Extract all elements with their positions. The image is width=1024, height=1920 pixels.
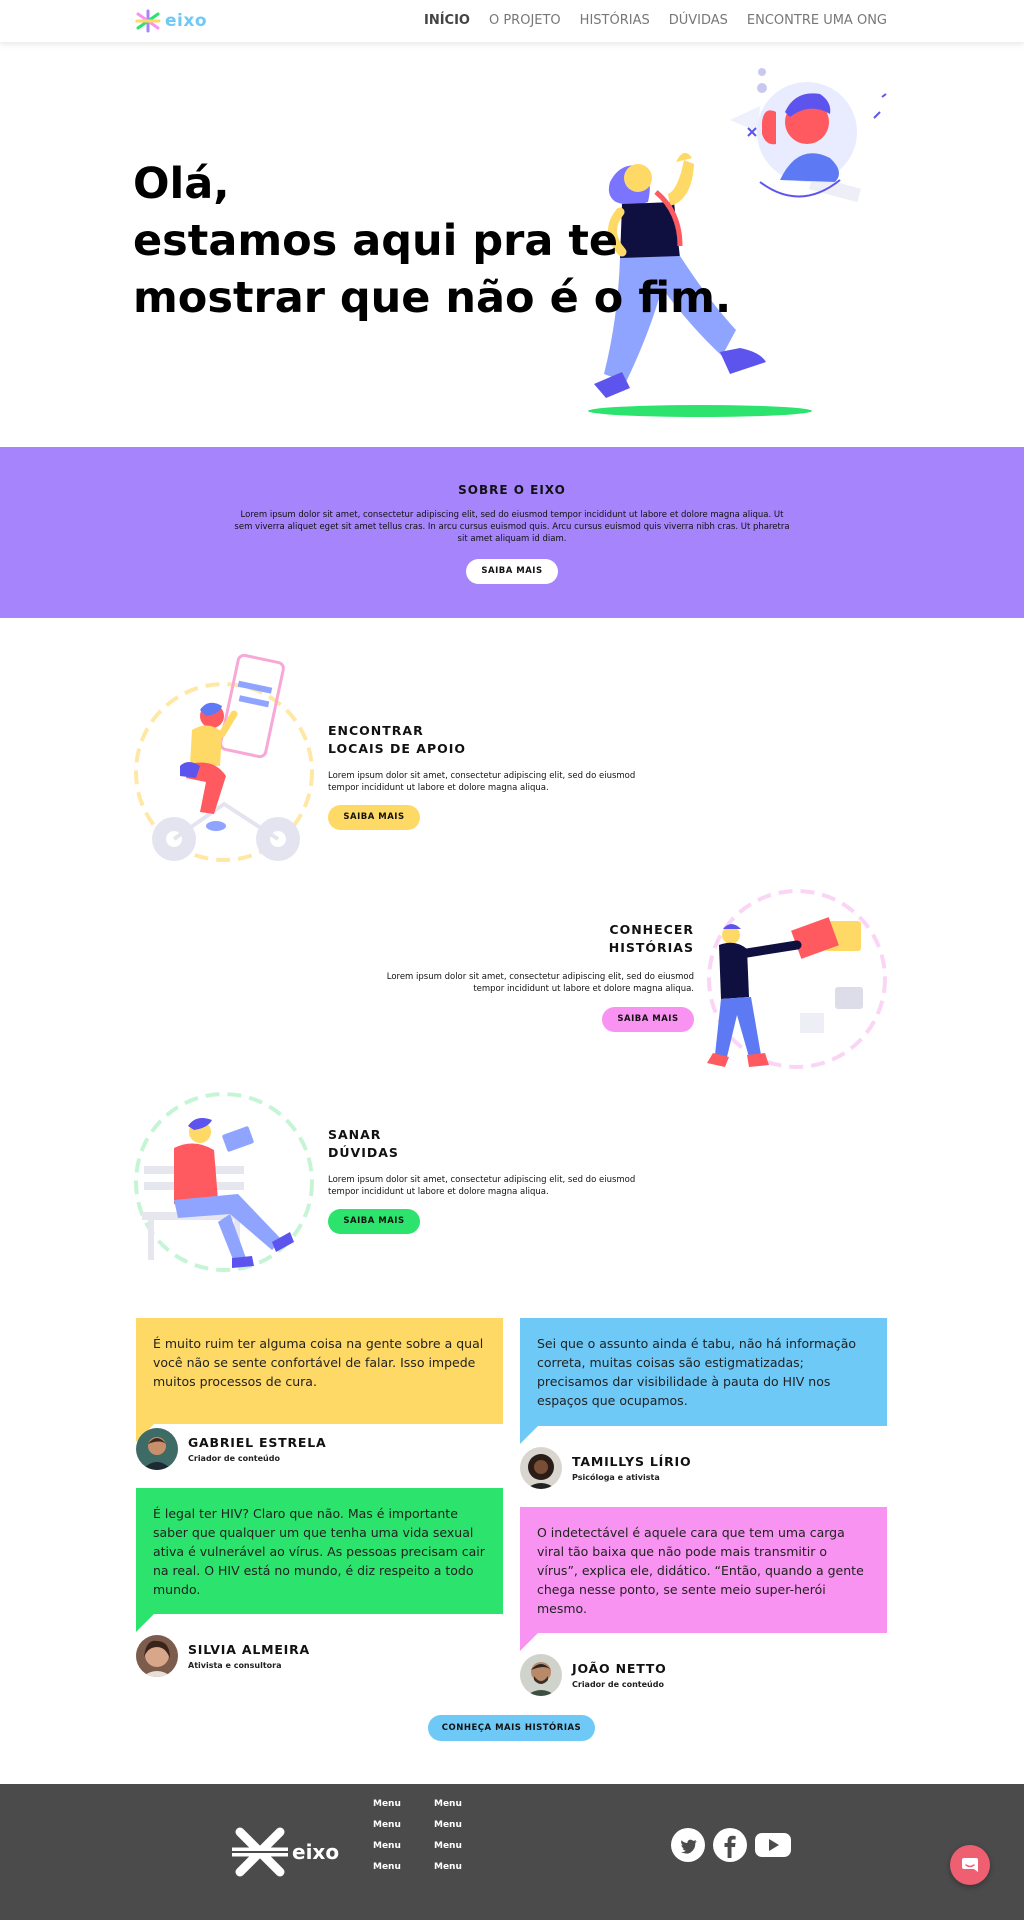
footer-menu-link[interactable]: Menu (373, 1857, 401, 1878)
footer-brand-name: eixo (292, 1840, 340, 1864)
about-section: SOBRE O EIXO Lorem ipsum dolor sit amet,… (0, 447, 1024, 618)
testimonial-1-text: É muito ruim ter alguma coisa na gente s… (153, 1336, 484, 1389)
brand-name: eixo (165, 11, 208, 31)
testimonial-4-author: JOÃO NETTO Criador de conteúdo (520, 1654, 667, 1696)
nav-item-encontre-uma-ong[interactable]: ENCONTRE UMA ONG (747, 13, 887, 28)
avatar (520, 1447, 562, 1489)
testimonial-2-name: TAMILLYS LÍRIO (572, 1454, 692, 1469)
nav-menu: INÍCIO O PROJETO HISTÓRIAS DÚVIDAS ENCON… (424, 13, 887, 28)
hero-line-3: mostrar que não é o fim. (133, 273, 732, 323)
feature-3-title: SANAR DÚVIDAS (328, 1126, 399, 1162)
feature-2-saiba-mais-button[interactable]: SAIBA MAIS (602, 1007, 694, 1032)
testimonial-3-role: Ativista e consultora (188, 1661, 282, 1670)
feature-sanar-duvidas: SANAR DÚVIDAS Lorem ipsum dolor sit amet… (0, 1088, 1024, 1278)
bike-illustration (134, 653, 319, 862)
avatar (520, 1654, 562, 1696)
hero-heading: Olá, estamos aqui pra te mostrar que não… (133, 156, 733, 327)
chat-launcher-button[interactable] (950, 1845, 990, 1885)
hero-line-2: estamos aqui pra te (133, 216, 619, 266)
feature-3-title-line-1: SANAR (328, 1127, 382, 1142)
footer-menu-link[interactable]: Menu (434, 1815, 462, 1836)
feature-conhecer-historias: CONHECER HISTÓRIAS Lorem ipsum dolor sit… (0, 885, 1024, 1075)
testimonial-1-name: GABRIEL ESTRELA (188, 1435, 327, 1450)
testimonial-4-role: Criador de conteúdo (572, 1680, 664, 1689)
testimonial-2-text: Sei que o assunto ainda é tabu, não há i… (537, 1336, 857, 1408)
feature-encontrar-locais: ENCONTRAR LOCAIS DE APOIO Lorem ipsum do… (0, 652, 1024, 862)
about-text: Lorem ipsum dolor sit amet, consectetur … (234, 510, 790, 544)
avatar (136, 1635, 178, 1677)
top-navbar: eixo INÍCIO O PROJETO HISTÓRIAS DÚVIDAS … (0, 0, 1024, 42)
footer-menu-link[interactable]: Menu (434, 1857, 462, 1878)
nav-item-duvidas[interactable]: DÚVIDAS (669, 13, 728, 28)
footer-menu-link[interactable]: Menu (373, 1836, 401, 1857)
footer-logo[interactable]: eixo (230, 1826, 339, 1878)
chat-icon (962, 1858, 978, 1872)
hero-line-1: Olá, (133, 159, 230, 209)
testimonial-4-name: JOÃO NETTO (572, 1661, 667, 1676)
footer-menu-link[interactable]: Menu (434, 1794, 462, 1815)
footer-menu-link[interactable]: Menu (434, 1836, 462, 1857)
testimonial-3-quote: É legal ter HIV? Claro que não. Mas é im… (136, 1488, 503, 1632)
about-saiba-mais-button[interactable]: SAIBA MAIS (466, 559, 558, 584)
testimonial-1-role: Criador de conteúdo (188, 1454, 280, 1463)
eixo-logo-icon (232, 1827, 288, 1877)
testimonial-2-quote: Sei que o assunto ainda é tabu, não há i… (520, 1318, 887, 1444)
footer-menu-link[interactable]: Menu (373, 1815, 401, 1836)
feature-3-title-line-2: DÚVIDAS (328, 1145, 399, 1160)
testimonial-1-author: GABRIEL ESTRELA Criador de conteúdo (136, 1428, 326, 1470)
feature-1-title-line-2: LOCAIS DE APOIO (328, 741, 467, 756)
youtube-icon[interactable] (755, 1831, 791, 1859)
feature-2-title-line-1: CONHECER (609, 922, 694, 937)
testimonial-3-text: É legal ter HIV? Claro que não. Mas é im… (153, 1506, 485, 1597)
testimonial-1-quote: É muito ruim ter alguma coisa na gente s… (136, 1318, 503, 1442)
testimonial-3-author: SILVIA ALMEIRA Ativista e consultora (136, 1635, 310, 1677)
footer-menu-link[interactable]: Menu (373, 1794, 401, 1815)
footer-menu-col-2: Menu Menu Menu Menu (434, 1794, 462, 1878)
social-links (671, 1828, 791, 1862)
testimonial-3-name: SILVIA ALMEIRA (188, 1642, 311, 1657)
nav-item-inicio[interactable]: INÍCIO (424, 13, 470, 28)
feature-2-title: CONHECER HISTÓRIAS (609, 921, 694, 957)
nav-item-o-projeto[interactable]: O PROJETO (489, 13, 561, 28)
avatar (136, 1428, 178, 1470)
feature-1-text: Lorem ipsum dolor sit amet, consectetur … (328, 771, 636, 793)
feature-3-text: Lorem ipsum dolor sit amet, consectetur … (328, 1175, 636, 1197)
feature-1-title: ENCONTRAR LOCAIS DE APOIO (328, 722, 466, 758)
testimonial-2-tail (520, 1426, 538, 1444)
brand-logo[interactable]: eixo (135, 9, 207, 33)
letters-illustration (705, 887, 890, 1072)
feature-3-saiba-mais-button[interactable]: SAIBA MAIS (328, 1209, 420, 1234)
testimonial-4-quote: O indetectável é aquele cara que tem uma… (520, 1507, 887, 1651)
eixo-logo-icon (135, 9, 161, 33)
more-stories-button[interactable]: CONHEÇA MAIS HISTÓRIAS (428, 1715, 595, 1741)
testimonial-4-text: O indetectável é aquele cara que tem uma… (537, 1525, 864, 1616)
feature-2-title-line-2: HISTÓRIAS (608, 940, 694, 955)
testimonial-3-tail (136, 1614, 154, 1632)
nav-item-historias[interactable]: HISTÓRIAS (580, 13, 650, 28)
feature-2-text: Lorem ipsum dolor sit amet, consectetur … (386, 972, 694, 994)
testimonial-2-role: Psicóloga e ativista (572, 1473, 660, 1482)
about-title: SOBRE O EIXO (458, 483, 566, 497)
facebook-icon[interactable] (713, 1828, 747, 1862)
feature-1-saiba-mais-button[interactable]: SAIBA MAIS (328, 805, 420, 830)
footer-menu-col-1: Menu Menu Menu Menu (373, 1794, 401, 1878)
testimonial-4-tail (520, 1633, 538, 1651)
footer: eixo Menu Menu Menu Menu Menu Menu Menu … (0, 1784, 1024, 1920)
bench-illustration (134, 1090, 319, 1275)
twitter-icon[interactable] (671, 1828, 705, 1862)
feature-1-title-line-1: ENCONTRAR (328, 723, 424, 738)
testimonial-2-author: TAMILLYS LÍRIO Psicóloga e ativista (520, 1447, 691, 1489)
